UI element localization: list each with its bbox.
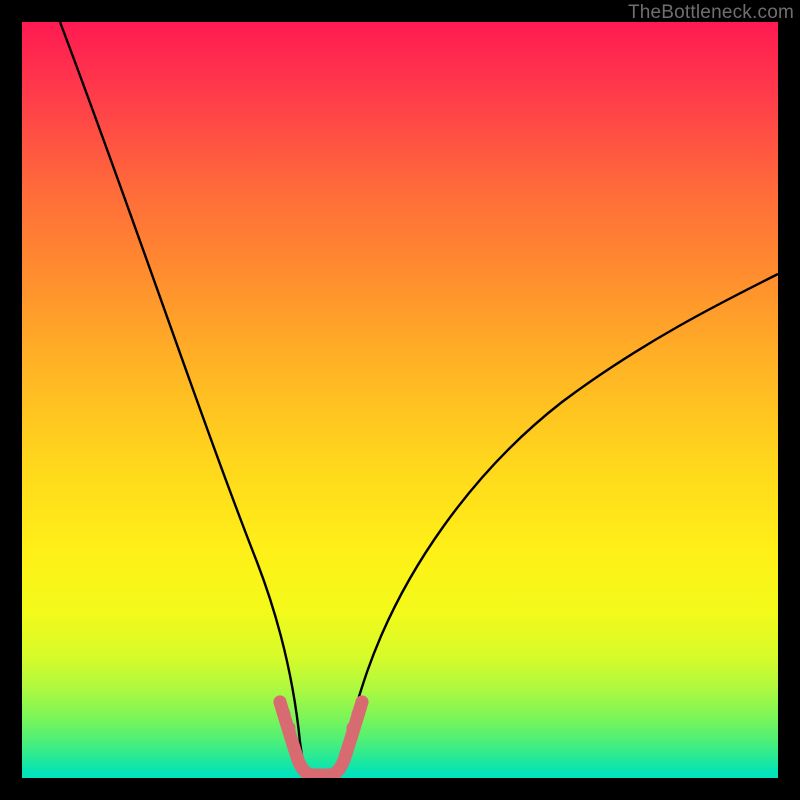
curve-left [60,22,305,772]
valley-dot [352,708,365,721]
valley-marker [280,702,362,775]
curve-right [338,274,778,772]
valley-dot [347,722,360,735]
watermark-text: TheBottleneck.com [628,2,794,24]
valley-dot [356,696,369,709]
valley-dot [283,722,296,735]
valley-dot [274,696,287,709]
valley-dot [278,708,291,721]
bottleneck-curve [22,22,778,778]
chart-frame [22,22,778,778]
